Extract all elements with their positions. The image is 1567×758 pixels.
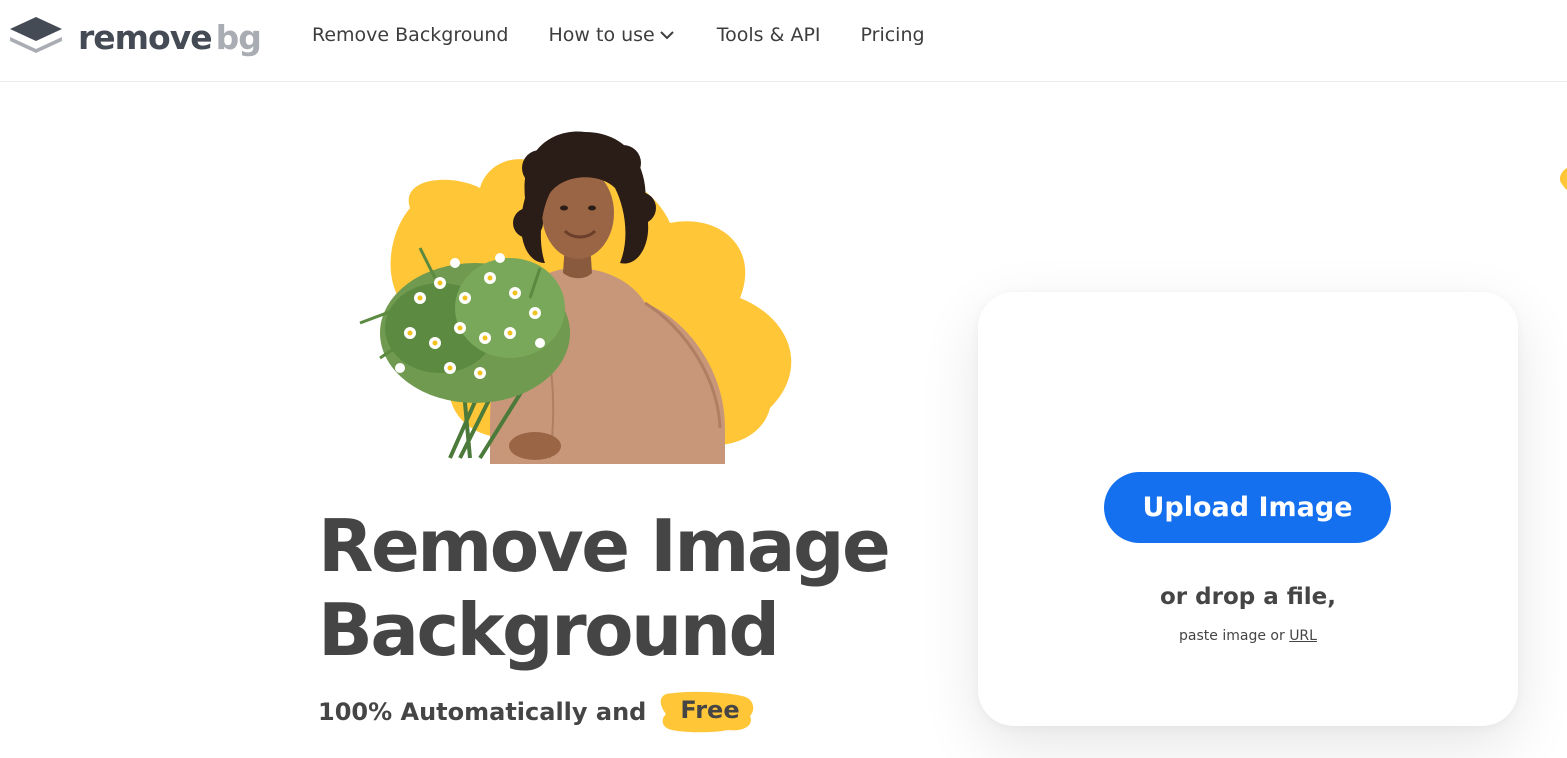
upload-dropzone[interactable]: Upload Image or drop a file, paste image… — [978, 292, 1518, 726]
nav-how-to-use-label: How to use — [548, 24, 655, 46]
nav-pricing-label: Pricing — [860, 24, 925, 46]
nav-pricing[interactable]: Pricing — [861, 24, 925, 46]
edge-decoration — [1556, 168, 1567, 190]
nav-tools-api[interactable]: Tools & API — [717, 24, 821, 46]
nav-how-to-use[interactable]: How to use — [549, 24, 675, 46]
page-title: Remove Image Background — [318, 504, 891, 672]
hero-subtitle-text: 100% Automatically and — [318, 698, 647, 726]
url-link[interactable]: URL — [1289, 628, 1317, 644]
nav-remove-background-label: Remove Background — [312, 24, 509, 46]
logo-link[interactable]: remove bg — [8, 15, 262, 59]
drop-file-text: or drop a file, — [1159, 584, 1337, 610]
paste-hint: paste image or URL — [978, 628, 1518, 644]
main-nav: Remove Background How to use Tools & API… — [312, 24, 925, 46]
free-badge-label: Free — [680, 696, 740, 724]
upload-image-button[interactable]: Upload Image — [1104, 472, 1391, 543]
top-header: remove bg Remove Background How to use To… — [0, 0, 1567, 82]
hero-illustration — [340, 128, 810, 464]
hero-subtitle: 100% Automatically and Free — [318, 690, 758, 734]
chevron-down-icon — [659, 24, 675, 46]
paste-hint-text: paste image or — [1179, 628, 1285, 644]
logo-wordmark: remove bg — [78, 17, 262, 57]
nav-remove-background[interactable]: Remove Background — [312, 24, 509, 46]
nav-tools-api-label: Tools & API — [716, 24, 821, 46]
free-badge: Free — [658, 690, 758, 734]
layers-icon — [8, 15, 64, 59]
